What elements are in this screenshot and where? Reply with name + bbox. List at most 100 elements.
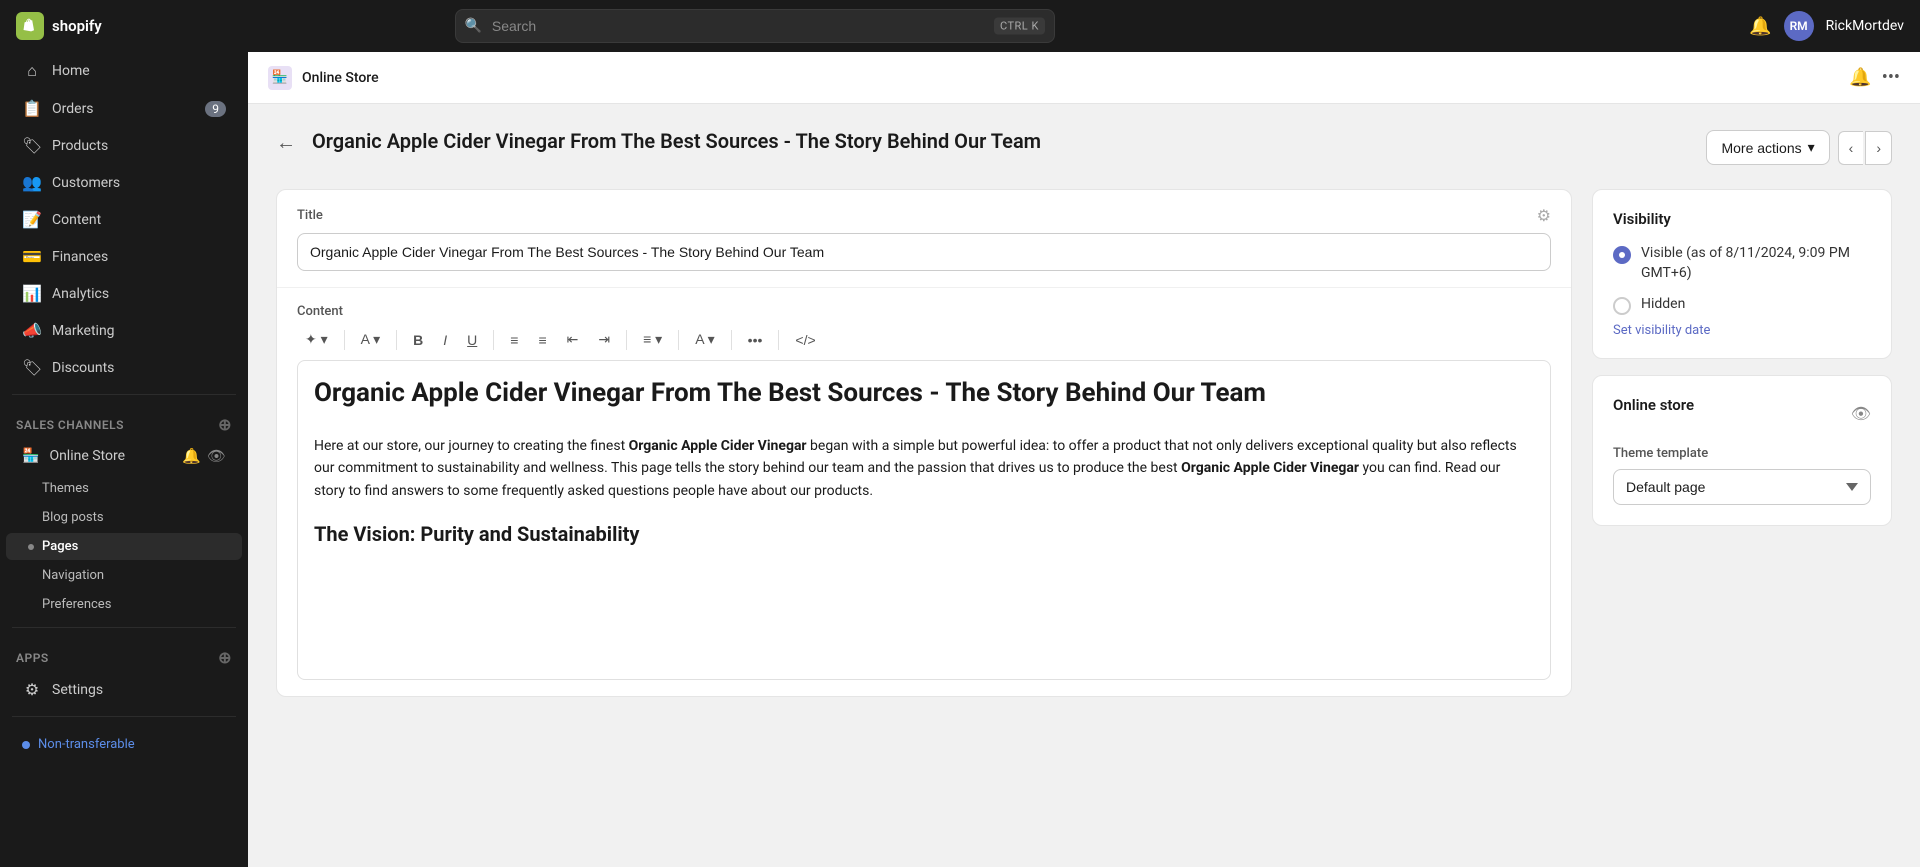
sidebar-item-customers[interactable]: 👥 Customers [6,165,242,200]
sidebar-item-label: Finances [52,249,108,265]
topnav-right: 🔔 RM RickMortdev [1749,11,1904,41]
title-section: Title ⚙ [277,190,1571,288]
preview-icon[interactable]: 👁 [1851,404,1871,423]
sidebar-divider-3 [12,716,236,717]
toolbar-bold-btn[interactable]: B [405,328,431,352]
rich-content-subheading: The Vision: Purity and Sustainability [314,518,1534,550]
more-actions-button[interactable]: More actions ▾ [1706,130,1829,165]
store-topbar: 🏪 Online Store 🔔 ••• [248,52,1920,104]
store-bell-icon[interactable]: 🔔 [1849,67,1871,88]
search-input[interactable] [455,9,1055,43]
toolbar-align-btn[interactable]: ≡ ▾ [635,327,670,352]
sidebar-item-marketing[interactable]: 📣 Marketing [6,313,242,348]
sidebar-item-label: Customers [52,175,120,191]
non-transferable-dot [22,741,30,749]
preferences-label: Preferences [42,597,111,612]
shopify-logo-icon [16,12,44,40]
sidebar-subitem-navigation[interactable]: Navigation [6,562,242,589]
sales-channels-chevron[interactable]: ⊕ [218,415,232,434]
page-title: Organic Apple Cider Vinegar From The Bes… [312,128,1690,154]
toolbar-underline-btn[interactable]: U [459,328,485,352]
hidden-label: Hidden [1641,295,1685,315]
content-section: Content ✦ ▾ A ▾ B I U ≡ [277,288,1571,696]
search-icon: 🔍 [465,18,482,34]
toolbar-ol-btn[interactable]: ≡ [530,328,554,352]
main-content: 🏪 Online Store 🔔 ••• ← Organic Apple Cid… [248,52,1920,867]
sales-channels-header: Sales channels ⊕ [0,403,248,438]
sidebar-item-discounts[interactable]: 🏷 Discounts [6,350,242,385]
editor-main: Title ⚙ Content ✦ ▾ [276,189,1572,697]
toolbar-color-btn[interactable]: A ▾ [687,327,722,352]
visible-radio-btn[interactable] [1613,246,1631,264]
bell-icon[interactable]: 🔔 [1749,16,1771,37]
toolbar-divider-3 [493,330,494,350]
visibility-visible-option[interactable]: Visible (as of 8/11/2024, 9:09 PM GMT+6) [1613,244,1871,283]
content-label: Content [297,304,1551,319]
toolbar-ul-btn[interactable]: ≡ [502,328,526,352]
visibility-card-title: Visibility [1613,210,1871,228]
toolbar-source-btn[interactable]: </> [787,328,823,352]
sidebar-item-content[interactable]: 📝 Content [6,202,242,237]
rich-content-heading: Organic Apple Cider Vinegar From The Bes… [314,377,1534,411]
sidebar-subitem-blog-posts[interactable]: Blog posts [6,504,242,531]
online-store-icon: 🏪 [22,448,39,464]
sidebar-item-analytics[interactable]: 📊 Analytics [6,276,242,311]
toolbar-divider-7 [778,330,779,350]
sidebar-subitem-preferences[interactable]: Preferences [6,591,242,618]
sidebar-subitem-themes[interactable]: Themes [6,475,242,502]
page-actions: More actions ▾ ‹ › [1706,130,1892,165]
nav-arrows: ‹ › [1838,131,1892,165]
settings-icon: ⚙ [22,680,42,699]
editor-layout: Title ⚙ Content ✦ ▾ [276,189,1892,697]
logo[interactable]: shopify [16,12,102,40]
toolbar-divider-5 [678,330,679,350]
apps-chevron[interactable]: ⊕ [218,648,232,667]
avatar[interactable]: RM [1784,11,1814,41]
non-transferable-label: Non-transferable [38,737,135,752]
eye-icon-store[interactable]: 👁 [207,447,226,465]
sidebar-item-online-store[interactable]: 🏪 Online Store 🔔 👁 [6,439,242,473]
blog-posts-label: Blog posts [42,510,104,525]
sidebar-item-orders[interactable]: 📋 Orders 9 [6,91,242,126]
sidebar-subitem-pages[interactable]: Pages [6,533,242,560]
theme-template-select[interactable]: Default page Custom page Contact [1613,469,1871,505]
non-transferable-item[interactable]: Non-transferable [6,729,242,760]
orders-badge: 9 [205,101,226,117]
top-navigation: shopify 🔍 CTRL K 🔔 RM RickMortdev [0,0,1920,52]
toolbar-italic-btn[interactable]: I [435,328,455,352]
navigation-label: Navigation [42,568,104,583]
sidebar-item-settings[interactable]: ⚙ Settings [6,672,242,707]
visibility-hidden-option[interactable]: Hidden [1613,295,1871,315]
visibility-card: Visibility Visible (as of 8/11/2024, 9:0… [1592,189,1892,359]
hidden-radio-btn[interactable] [1613,297,1631,315]
theme-template-label: Theme template [1613,446,1871,461]
sidebar: ⌂ Home 📋 Orders 9 🏷 Products 👥 Customers… [0,52,248,867]
toolbar-magic-btn[interactable]: ✦ ▾ [297,327,336,352]
toolbar-outdent-btn[interactable]: ⇥ [590,327,618,352]
pages-label: Pages [42,539,78,554]
toolbar-font-btn[interactable]: A ▾ [353,327,388,352]
page-header: ← Organic Apple Cider Vinegar From The B… [276,128,1892,165]
nav-next-button[interactable]: › [1865,131,1892,165]
discounts-icon: 🏷 [22,358,42,377]
store-topbar-right: 🔔 ••• [1849,67,1900,88]
back-button[interactable]: ← [276,130,296,155]
toolbar-divider-4 [626,330,627,350]
title-input[interactable] [297,233,1551,271]
sidebar-divider-2 [12,627,236,628]
editor-sidebar: Visibility Visible (as of 8/11/2024, 9:0… [1592,189,1892,697]
sidebar-item-label: Content [52,212,101,228]
sidebar-item-products[interactable]: 🏷 Products [6,128,242,163]
nav-prev-button[interactable]: ‹ [1838,131,1864,165]
toolbar-indent-btn[interactable]: ⇤ [559,327,587,352]
title-label: Title ⚙ [297,206,1551,225]
sidebar-item-finances[interactable]: 💳 Finances [6,239,242,274]
username: RickMortdev [1826,18,1904,34]
toolbar-more-btn[interactable]: ••• [740,328,771,352]
rich-content-area[interactable]: Organic Apple Cider Vinegar From The Bes… [297,360,1551,680]
store-more-icon[interactable]: ••• [1882,67,1900,88]
set-visibility-date-link[interactable]: Set visibility date [1613,323,1710,338]
title-settings-icon[interactable]: ⚙ [1537,206,1551,225]
sidebar-item-home[interactable]: ⌂ Home [6,53,242,89]
bell-icon-store[interactable]: 🔔 [182,447,201,465]
